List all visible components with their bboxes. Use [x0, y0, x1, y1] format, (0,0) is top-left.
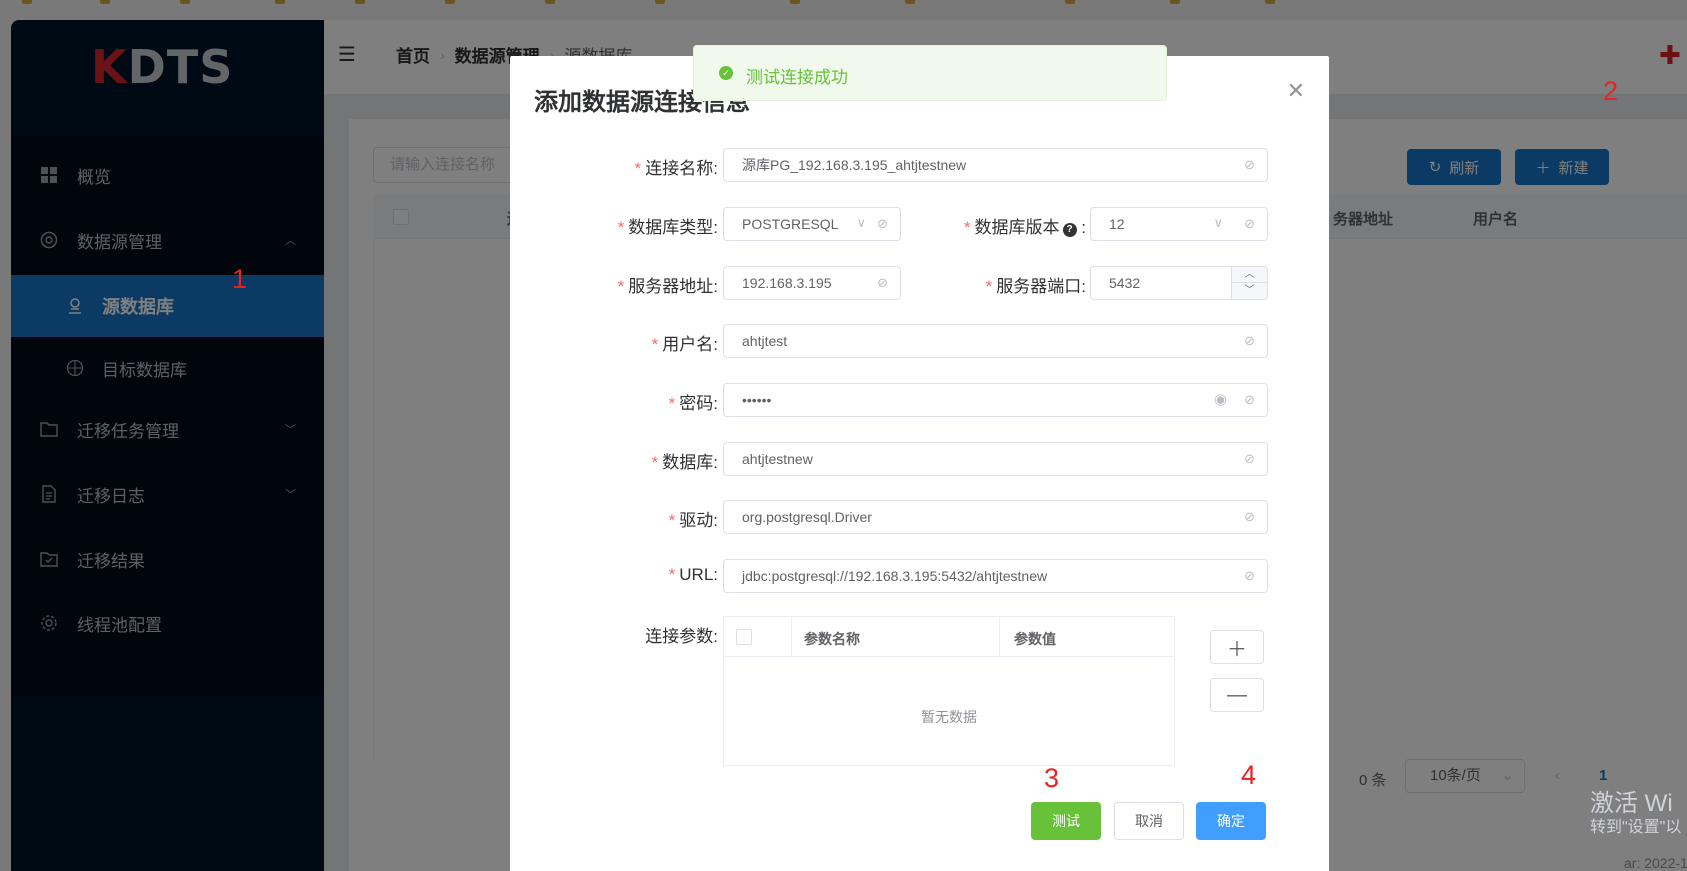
- params-label: 连接参数:: [645, 627, 718, 646]
- success-check-icon: ✓: [719, 66, 733, 80]
- form-row-user: * 用户名: ahtjtest ⊘: [510, 324, 1329, 358]
- check-circle-icon: ⊘: [1244, 157, 1255, 172]
- decrement-icon[interactable]: ﹀: [1232, 283, 1267, 299]
- db-version-select[interactable]: 12 ∨ ⊘: [1090, 207, 1268, 241]
- field-label: * 用户名:: [651, 335, 718, 354]
- port-stepper[interactable]: 5432 ︿ ﹀: [1090, 266, 1268, 300]
- increment-icon[interactable]: ︿: [1232, 267, 1267, 283]
- check-circle-icon: ⊘: [1244, 568, 1255, 583]
- check-circle-icon: ⊘: [877, 216, 888, 231]
- field-label: * URL:: [668, 565, 718, 584]
- test-button[interactable]: 测试: [1031, 802, 1101, 840]
- params-table-header: 参数名称 参数值: [724, 617, 1174, 657]
- field-label: * 服务器端口:: [985, 277, 1086, 296]
- field-label: * 数据库类型:: [617, 218, 718, 237]
- step-marker: 4: [1241, 760, 1257, 790]
- plus-icon: ＋: [1227, 638, 1247, 661]
- empty-text: 暂无数据: [921, 709, 977, 725]
- toast-message: 测试连接成功: [746, 68, 848, 87]
- field-label: * 数据库版本? :: [963, 218, 1086, 237]
- help-icon[interactable]: ?: [1062, 223, 1077, 237]
- remove-param-button[interactable]: —: [1210, 678, 1264, 712]
- form-row-host: * 服务器地址: 192.168.3.195 ⊘ * 服务器端口: 5432 ︿ ﹀: [510, 266, 1329, 300]
- stepper-controls: ︿ ﹀: [1231, 267, 1267, 299]
- database-input[interactable]: ahtjtestnew ⊘: [723, 442, 1268, 476]
- field-label: * 服务器地址:: [617, 277, 718, 296]
- step-marker: 1: [232, 264, 248, 294]
- field-label: * 驱动:: [668, 511, 718, 530]
- minus-icon: —: [1227, 683, 1247, 706]
- check-circle-icon: ⊘: [1244, 392, 1255, 407]
- password-input[interactable]: •••••• ◉ ⊘: [723, 383, 1268, 417]
- driver-input[interactable]: org.postgresql.Driver ⊘: [723, 500, 1268, 534]
- check-circle-icon: ⊘: [1244, 509, 1255, 524]
- params-select-all-checkbox[interactable]: [736, 629, 752, 645]
- url-input[interactable]: jdbc:postgresql://192.168.3.195:5432/aht…: [723, 559, 1268, 593]
- db-type-select[interactable]: POSTGRESQL ∨ ⊘: [723, 207, 901, 241]
- form-row-database: * 数据库: ahtjtestnew ⊘: [510, 442, 1329, 476]
- eye-icon[interactable]: ◉: [1214, 384, 1227, 416]
- form-row-url: * URL: jdbc:postgresql://192.168.3.195:54…: [510, 559, 1329, 593]
- check-circle-icon: ⊘: [1244, 451, 1255, 466]
- check-circle-icon: ⊘: [1244, 216, 1255, 231]
- form-row-password: * 密码: •••••• ◉ ⊘: [510, 383, 1329, 417]
- close-icon[interactable]: ✕: [1287, 78, 1305, 104]
- form-row-name: * 连接名称: 源库PG_192.168.3.195_ahtjtestnew ⊘: [510, 148, 1329, 182]
- chevron-down-icon: ∨: [856, 215, 866, 230]
- column-header: 参数名称: [792, 617, 1000, 657]
- host-input[interactable]: 192.168.3.195 ⊘: [723, 266, 901, 300]
- success-toast: ✓ 测试连接成功: [693, 45, 1167, 101]
- cancel-button[interactable]: 取消: [1114, 802, 1184, 840]
- field-label: * 密码:: [668, 394, 718, 413]
- step-marker: 2: [1603, 76, 1619, 106]
- confirm-button[interactable]: 确定: [1196, 802, 1266, 840]
- form-row-driver: * 驱动: org.postgresql.Driver ⊘: [510, 500, 1329, 534]
- form-row-db-type: * 数据库类型: POSTGRESQL ∨ ⊘ * 数据库版本? : 12 ∨ ⊘: [510, 207, 1329, 241]
- params-table: 参数名称 参数值 暂无数据: [723, 616, 1175, 766]
- field-label: * 连接名称:: [634, 159, 718, 178]
- column-header: 参数值: [1014, 631, 1056, 647]
- check-circle-icon: ⊘: [877, 275, 888, 290]
- connection-name-input[interactable]: 源库PG_192.168.3.195_ahtjtestnew ⊘: [723, 148, 1268, 182]
- check-circle-icon: ⊘: [1244, 333, 1255, 348]
- chevron-down-icon: ∨: [1213, 215, 1223, 230]
- add-datasource-dialog: 添加数据源连接信息 ✕ * 连接名称: 源库PG_192.168.3.195_ah…: [510, 56, 1329, 871]
- windows-activation-watermark: 激活 Wi 转到"设置"以: [1590, 790, 1682, 836]
- add-param-button[interactable]: ＋: [1210, 630, 1264, 664]
- step-marker: 3: [1044, 763, 1060, 793]
- field-label: * 数据库:: [651, 453, 718, 472]
- username-input[interactable]: ahtjtest ⊘: [723, 324, 1268, 358]
